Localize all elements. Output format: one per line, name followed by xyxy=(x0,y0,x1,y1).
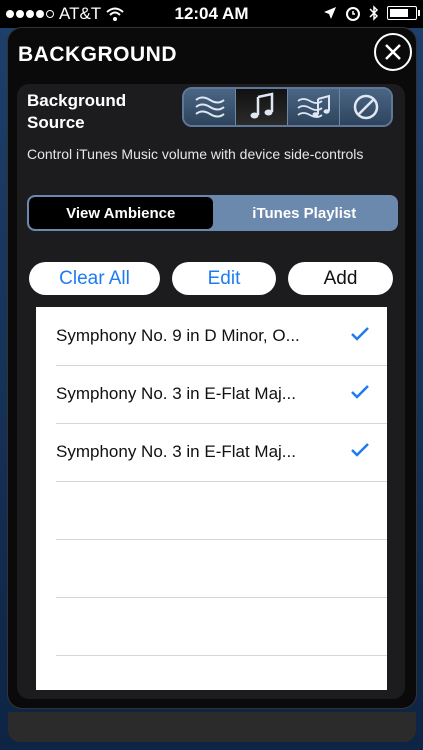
source-selector xyxy=(182,87,393,127)
location-icon xyxy=(324,7,336,19)
add-button[interactable]: Add xyxy=(288,262,393,295)
status-bar: AT&T 12:04 AM xyxy=(0,0,423,28)
battery-icon xyxy=(387,6,420,20)
empty-row xyxy=(56,539,387,598)
edit-button[interactable]: Edit xyxy=(172,262,276,295)
panel-footer xyxy=(8,712,416,742)
source-option-none[interactable] xyxy=(340,89,391,125)
empty-row xyxy=(56,481,387,540)
none-icon xyxy=(353,94,378,120)
clear-all-button[interactable]: Clear All xyxy=(29,262,160,295)
panel-title: BACKGROUND xyxy=(18,43,177,66)
song-title: Symphony No. 3 in E-Flat Maj... xyxy=(56,384,296,403)
list-item[interactable]: Symphony No. 9 in D Minor, O... xyxy=(56,307,387,366)
close-button[interactable] xyxy=(374,33,412,71)
checkmark-icon xyxy=(351,385,369,399)
empty-row xyxy=(56,597,387,656)
itunes-volume-description: Control iTunes Music volume with device … xyxy=(27,146,364,162)
waves-music-icon xyxy=(296,94,330,118)
playlist: Symphony No. 9 in D Minor, O... Symphony… xyxy=(36,307,387,690)
list-item[interactable]: Symphony No. 3 in E-Flat Maj... xyxy=(56,423,387,482)
waves-icon xyxy=(194,96,225,118)
source-option-mix[interactable] xyxy=(288,89,340,125)
tab-itunes-playlist[interactable]: iTunes Playlist xyxy=(213,197,397,229)
source-option-itunes[interactable] xyxy=(236,89,288,125)
tab-view-ambience[interactable]: View Ambience xyxy=(29,197,213,229)
status-right xyxy=(323,5,420,21)
close-icon xyxy=(385,44,401,60)
bluetooth-icon xyxy=(369,5,379,21)
list-item[interactable]: Symphony No. 3 in E-Flat Maj... xyxy=(56,365,387,424)
battery-level xyxy=(390,9,408,17)
song-title: Symphony No. 3 in E-Flat Maj... xyxy=(56,442,296,461)
song-title: Symphony No. 9 in D Minor, O... xyxy=(56,326,300,345)
checkmark-icon xyxy=(351,443,369,457)
mode-tabs: View Ambience iTunes Playlist xyxy=(27,195,398,231)
music-note-icon xyxy=(250,92,273,119)
background-source-label: Background Source xyxy=(27,91,127,132)
alarm-icon xyxy=(346,7,360,21)
checkmark-icon xyxy=(351,327,369,341)
source-option-ambience[interactable] xyxy=(184,89,236,125)
